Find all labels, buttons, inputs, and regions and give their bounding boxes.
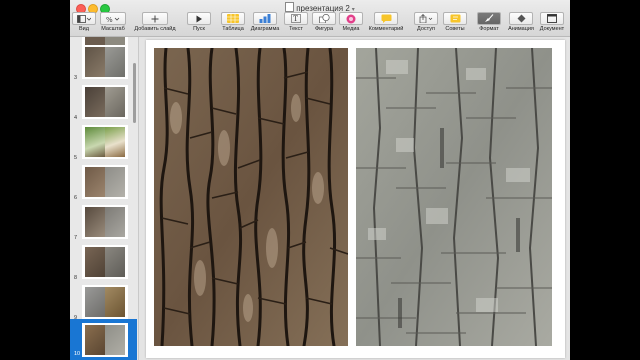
slide-number: 8 [74,275,78,281]
svg-text:%: % [106,16,113,23]
toolbar-share[interactable]: Доступ [414,12,438,34]
chart-button[interactable] [253,12,277,25]
sidebar-scrollbar[interactable] [133,63,136,123]
toolbar-animate[interactable]: Анимация [502,12,540,34]
add-slide-label: Добавить слайд [134,26,176,32]
view-label: Вид [79,26,89,32]
slide-thumbnail-selected[interactable] [82,323,128,357]
sidebar-view-icon [77,14,91,23]
oak-bark-image [154,48,348,346]
shape-label: Фигура [314,26,334,32]
slide-thumbnail[interactable] [82,85,128,119]
format-brush-icon [485,14,494,22]
table-label: Таблица [222,26,244,32]
share-icon [419,14,433,23]
animation-diamond-icon [517,14,525,23]
tips-button[interactable] [443,12,467,25]
media-label: Медиа [342,26,360,32]
table-icon [227,14,239,23]
slide-number: 6 [74,195,78,201]
format-label: Формат [479,26,499,32]
slide-thumbnail[interactable] [82,285,128,319]
comment-icon [381,14,391,23]
toolbar-zoom[interactable]: % Масштаб [96,12,130,34]
document-file-icon [285,2,295,12]
shape-icon [318,14,330,23]
add-slide-button[interactable] [142,12,168,25]
media-button[interactable] [339,12,363,25]
animate-label: Анимация [508,26,534,32]
share-button[interactable] [414,12,438,25]
text-icon: T [291,14,301,23]
selected-slide-row[interactable]: 10 [70,319,137,360]
comment-label: Комментарий [368,26,404,32]
toolbar-add-slide[interactable]: Добавить слайд [132,12,178,34]
text-label: Текст [289,26,303,32]
tips-icon [450,14,460,23]
text-button[interactable]: T [284,12,308,25]
toolbar-view[interactable]: Вид [72,12,96,34]
toolbar-format[interactable]: Формат [474,12,504,34]
toolbar-shape[interactable]: Фигура [310,12,338,34]
zoom-label: Масштаб [101,26,125,32]
toolbar-media[interactable]: Медиа [338,12,364,34]
table-button[interactable] [221,12,245,25]
comment-button[interactable] [374,12,398,25]
toolbar-tips[interactable]: Советы [442,12,468,34]
toolbar-comment[interactable]: Комментарий [366,12,406,34]
current-slide[interactable] [146,40,565,358]
format-button[interactable] [477,12,501,25]
toolbar-table[interactable]: Таблица [218,12,248,34]
slide-number: 5 [74,155,78,161]
document-button[interactable] [540,12,564,25]
plus-icon [151,15,159,22]
toolbar-chart[interactable]: Диаграмма [248,12,282,34]
oak-bark-photo[interactable] [154,48,348,346]
title-bar: презентация 2 ▾ Вид % Масштаб Добавить сл… [70,0,570,37]
svg-text:T: T [293,15,298,23]
birch-bark-photo[interactable] [356,48,552,346]
animate-button[interactable] [509,12,533,25]
chart-label: Диаграмма [250,26,280,32]
birch-bark-image [356,48,552,346]
slide-thumbnail[interactable] [82,125,128,159]
document-label: Документ [539,26,565,32]
share-label: Доступ [417,26,435,32]
slide-thumbnail[interactable] [82,205,128,239]
media-icon [346,14,356,23]
slide-number: 10 [74,351,81,357]
slide-thumbnail[interactable] [82,45,128,79]
toolbar-document[interactable]: Документ [536,12,568,34]
slide-navigator: 3 4 5 6 7 8 9 10 [70,37,139,360]
play-label: Пуск [193,26,205,32]
shape-button[interactable] [312,12,336,25]
tips-label: Советы [445,26,465,32]
zoom-button[interactable]: % [100,12,126,25]
slide-number: 7 [74,235,78,241]
chart-icon [259,14,271,23]
document-icon [547,14,557,23]
zoom-percent-icon: % [106,16,120,23]
toolbar-play[interactable]: Пуск [186,12,212,34]
slide-number: 3 [74,75,78,81]
slide-number: 4 [74,115,78,121]
play-button[interactable] [187,12,211,25]
view-button[interactable] [72,12,96,25]
slide-thumbnail[interactable] [82,165,128,199]
slide-thumbnail[interactable] [82,245,128,279]
play-icon [196,15,202,22]
toolbar-text[interactable]: T Текст [284,12,308,34]
